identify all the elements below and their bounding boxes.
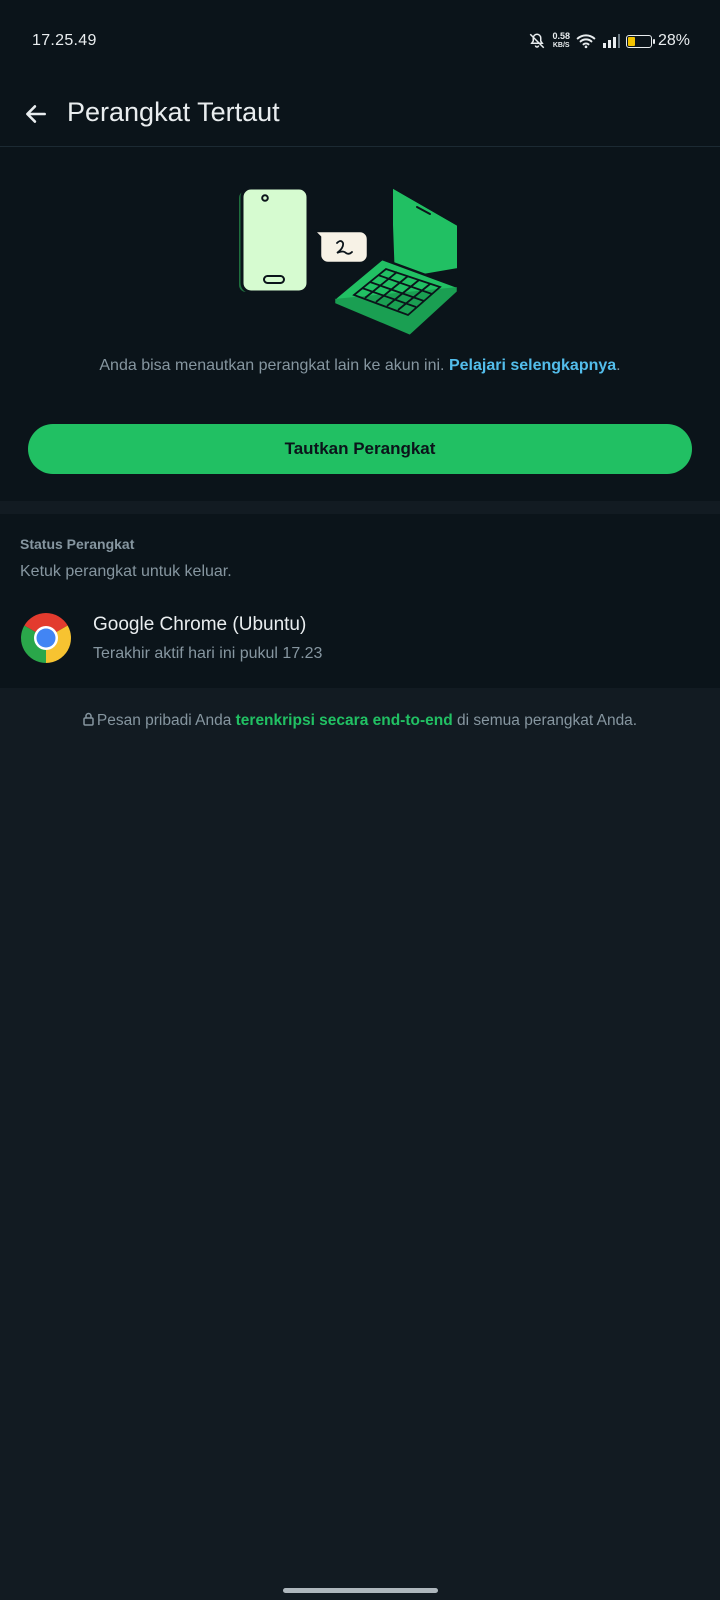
encryption-suffix: di semua perangkat Anda. [457, 712, 638, 729]
battery-icon [625, 34, 655, 48]
wifi-icon [576, 34, 596, 49]
battery-fill [627, 36, 635, 46]
mute-icon [530, 33, 545, 49]
device-last-active: Terakhir aktif hari ini pukul 17.23 [93, 645, 323, 662]
status-time: 17.25.49 [32, 32, 97, 49]
signal-icon [602, 34, 620, 48]
link-device-button[interactable]: Tautkan Perangkat [28, 424, 692, 474]
back-button[interactable] [14, 92, 58, 136]
hero-description-suffix: . [616, 357, 621, 374]
gesture-navigation-bar[interactable] [283, 1588, 438, 1593]
hero-section: Anda bisa menautkan perangkat lain ke ak… [0, 147, 720, 501]
chrome-icon [21, 613, 71, 663]
status-icons: 0.58 KB/S 28% [528, 30, 690, 52]
arrow-left-icon [26, 105, 46, 123]
hero-description: Anda bisa menautkan perangkat lain ke ak… [0, 357, 720, 375]
linked-devices-illustration [237, 187, 461, 337]
hero-description-text: Anda bisa menautkan perangkat lain ke ak… [99, 357, 445, 374]
net-speed: 0.58 KB/S [552, 32, 570, 50]
learn-more-link[interactable]: Pelajari selengkapnya [449, 357, 616, 374]
battery-percent: 28% [657, 32, 690, 49]
section-subtitle: Ketuk perangkat untuk keluar. [20, 563, 232, 580]
encryption-link[interactable]: terenkripsi secara end-to-end [236, 712, 453, 729]
app-bar: Perangkat Tertaut [0, 82, 720, 147]
lock-icon [83, 712, 94, 726]
device-name: Google Chrome (Ubuntu) [93, 614, 307, 635]
device-row-chrome[interactable]: Google Chrome (Ubuntu) Terakhir aktif ha… [0, 604, 720, 676]
encryption-notice: Pesan pribadi Anda terenkripsi secara en… [0, 712, 720, 730]
section-header: Status Perangkat [20, 536, 135, 552]
page-title: Perangkat Tertaut [67, 97, 280, 127]
net-speed-unit: KB/S [552, 42, 570, 49]
net-speed-value: 0.58 [552, 31, 570, 41]
link-device-button-label: Tautkan Perangkat [284, 439, 436, 458]
encryption-prefix: Pesan pribadi Anda [96, 712, 232, 729]
device-status-section: Status Perangkat Ketuk perangkat untuk k… [0, 514, 720, 688]
status-bar: 17.25.49 0.58 KB/S 28% [0, 0, 720, 82]
